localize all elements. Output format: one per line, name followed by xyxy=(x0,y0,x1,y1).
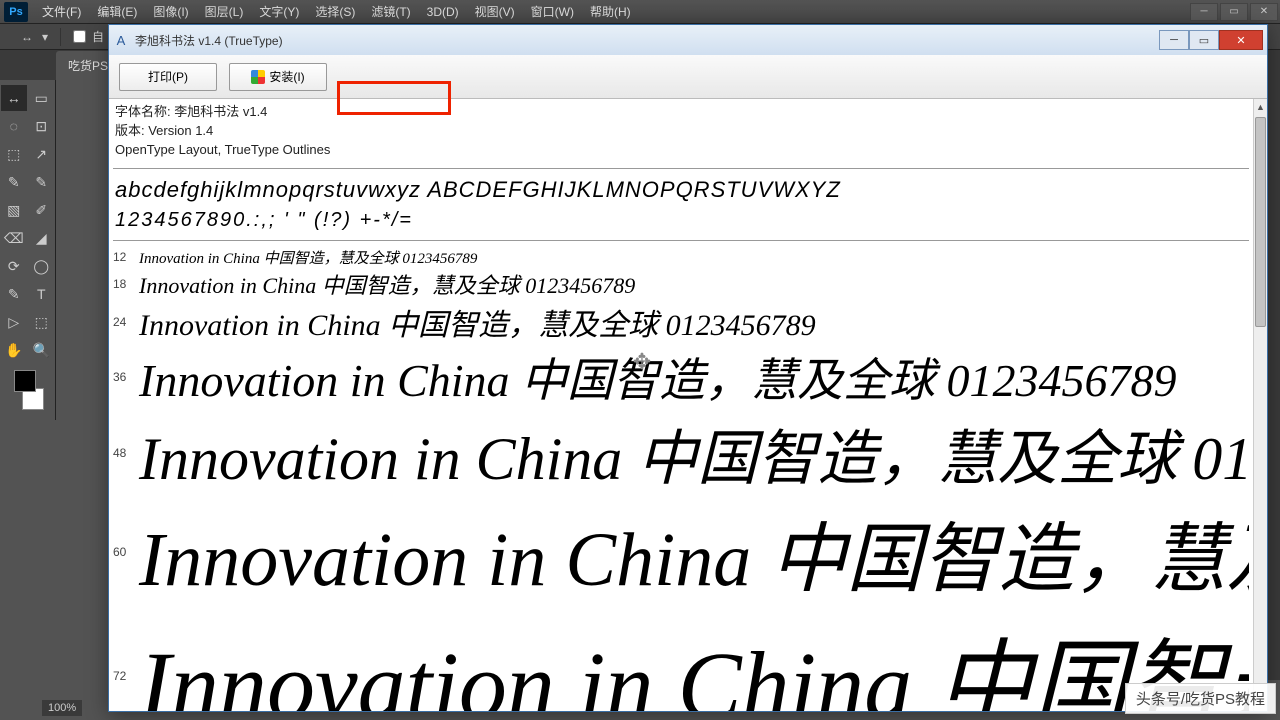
ps-minimize-icon[interactable]: ─ xyxy=(1190,3,1218,21)
menu-layer[interactable]: 图层(L) xyxy=(197,3,252,20)
menu-3d[interactable]: 3D(D) xyxy=(419,5,467,19)
menu-type[interactable]: 文字(Y) xyxy=(251,3,307,20)
tool-pen[interactable]: ✎ xyxy=(1,281,27,307)
auto-select-checkbox[interactable] xyxy=(73,30,86,43)
tool-zoom[interactable]: 🔍 xyxy=(29,337,55,363)
sample-size-label: 18 xyxy=(113,277,139,291)
sample-text: Innovation in China 中国智造，慧及全球 0123456789 xyxy=(139,268,635,300)
sample-row-60: 60Innovation in China 中国智造，慧及全球 01234567… xyxy=(113,497,1249,607)
fv-maximize-icon[interactable]: ▭ xyxy=(1189,30,1219,50)
tool-blur[interactable]: ⟳ xyxy=(1,253,27,279)
fv-body: 字体名称: 李旭科书法 v1.4 版本: Version 1.4 OpenTyp… xyxy=(109,99,1253,711)
fv-glyph-preview: abcdefghijklmnopqrstuvwxyz ABCDEFGHIJKLM… xyxy=(113,169,1249,241)
tool-move[interactable]: ↔ xyxy=(1,85,27,111)
sample-text: Innovation in China 中国智造，慧及全球 0123456789 xyxy=(139,497,1249,607)
move-tool-icon: ↔ xyxy=(18,28,36,46)
glyph-symbols: 1234567890.:,; ' " (!?) +-*/= xyxy=(115,209,1247,232)
ps-zoom-level[interactable]: 100% xyxy=(42,700,82,716)
menu-image[interactable]: 图像(I) xyxy=(145,3,196,20)
uac-shield-icon xyxy=(251,70,265,84)
menu-file[interactable]: 文件(F) xyxy=(34,3,89,20)
tool-eraser[interactable]: ⌫ xyxy=(1,225,27,251)
watermark: 头条号/吃货PS教程 xyxy=(1125,683,1276,714)
tool-crop[interactable]: ⬚ xyxy=(1,141,27,167)
sample-row-12: 12Innovation in China 中国智造，慧及全球 01234567… xyxy=(113,247,1249,268)
print-button[interactable]: 打印(P) xyxy=(119,63,217,91)
fv-toolbar: 打印(P) 安装(I) xyxy=(109,55,1267,99)
ps-logo-icon: Ps xyxy=(4,2,28,22)
glyph-alpha: abcdefghijklmnopqrstuvwxyz ABCDEFGHIJKLM… xyxy=(115,177,1247,203)
tool-quick-select[interactable]: ⊡ xyxy=(29,113,55,139)
menu-help[interactable]: 帮助(H) xyxy=(582,3,639,20)
tool-marquee[interactable]: ▭ xyxy=(29,85,55,111)
ps-close-icon[interactable]: ✕ xyxy=(1250,3,1278,21)
sample-size-label: 48 xyxy=(113,446,139,460)
font-format-label: OpenType Layout, TrueType Outlines xyxy=(115,141,1247,160)
sample-row-72: 72Innovation in China 中国智造，慧及全球 01234567… xyxy=(113,607,1249,711)
tool-healing[interactable]: ✎ xyxy=(1,169,27,195)
tool-rectangle[interactable]: ⬚ xyxy=(29,309,55,335)
fv-meta: 字体名称: 李旭科书法 v1.4 版本: Version 1.4 OpenTyp… xyxy=(113,99,1249,169)
ps-toolbox: ↔▭ ◌⊡ ⬚↗ ✎✎ ▧✐ ⌫◢ ⟳◯ ✎T ▷⬚ ✋🔍 xyxy=(0,80,56,420)
menu-filter[interactable]: 滤镜(T) xyxy=(363,3,418,20)
fv-samples: 12Innovation in China 中国智造，慧及全球 01234567… xyxy=(113,241,1249,711)
sample-row-18: 18Innovation in China 中国智造，慧及全球 01234567… xyxy=(113,268,1249,300)
tool-eyedropper[interactable]: ↗ xyxy=(29,141,55,167)
sample-size-label: 36 xyxy=(113,370,139,384)
sample-row-48: 48Innovation in China 中国智造，慧及全球 01234567… xyxy=(113,410,1249,497)
sample-size-label: 72 xyxy=(113,669,139,683)
tool-gradient[interactable]: ◢ xyxy=(29,225,55,251)
ps-menubar: Ps 文件(F) 编辑(E) 图像(I) 图层(L) 文字(Y) 选择(S) 滤… xyxy=(0,0,1280,24)
scroll-thumb[interactable] xyxy=(1255,117,1266,327)
swatch-fg-bg[interactable] xyxy=(8,370,48,410)
font-version-label: 版本: Version 1.4 xyxy=(115,122,1247,141)
tool-type[interactable]: T xyxy=(29,281,55,307)
sample-text: Innovation in China 中国智造，慧及全球 0123456789 xyxy=(139,300,816,344)
menu-edit[interactable]: 编辑(E) xyxy=(89,3,145,20)
font-name-label: 字体名称: 李旭科书法 v1.4 xyxy=(115,103,1247,122)
fv-scrollbar[interactable]: ▲ ▼ xyxy=(1253,99,1267,711)
tool-history-brush[interactable]: ✐ xyxy=(29,197,55,223)
sample-text: Innovation in China 中国智造，慧及全球 0123456789 xyxy=(139,344,1177,410)
tool-dodge[interactable]: ◯ xyxy=(29,253,55,279)
tool-hand[interactable]: ✋ xyxy=(1,337,27,363)
tool-stamp[interactable]: ▧ xyxy=(1,197,27,223)
sample-text: Innovation in China 中国智造，慧及全球 0123456789 xyxy=(139,410,1249,497)
tool-brush[interactable]: ✎ xyxy=(29,169,55,195)
tool-path-select[interactable]: ▷ xyxy=(1,309,27,335)
install-button[interactable]: 安装(I) xyxy=(229,63,327,91)
menu-select[interactable]: 选择(S) xyxy=(307,3,363,20)
scroll-up-icon[interactable]: ▲ xyxy=(1254,99,1267,115)
sample-size-label: 12 xyxy=(113,250,139,264)
menu-view[interactable]: 视图(V) xyxy=(467,3,523,20)
fv-titlebar[interactable]: A 李旭科书法 v1.4 (TrueType) ─ ▭ ✕ xyxy=(109,25,1267,55)
sample-row-36: 36Innovation in China 中国智造，慧及全球 01234567… xyxy=(113,344,1249,410)
sample-text: Innovation in China 中国智造，慧及全球 0123456789 xyxy=(139,247,477,268)
fv-close-icon[interactable]: ✕ xyxy=(1219,30,1263,50)
fv-minimize-icon[interactable]: ─ xyxy=(1159,30,1189,50)
ps-maximize-icon[interactable]: ▭ xyxy=(1220,3,1248,21)
sample-size-label: 24 xyxy=(113,315,139,329)
auto-select-label: 自 xyxy=(92,28,104,45)
sample-text: Innovation in China 中国智造，慧及全球 0123456789 xyxy=(139,607,1249,711)
font-app-icon: A xyxy=(113,32,129,48)
fv-title-text: 李旭科书法 v1.4 (TrueType) xyxy=(135,32,283,49)
tool-lasso[interactable]: ◌ xyxy=(1,113,27,139)
sample-size-label: 60 xyxy=(113,545,139,559)
font-viewer-window: A 李旭科书法 v1.4 (TrueType) ─ ▭ ✕ 打印(P) 安装(I… xyxy=(108,24,1268,712)
menu-window[interactable]: 窗口(W) xyxy=(523,3,582,20)
sample-row-24: 24Innovation in China 中国智造，慧及全球 01234567… xyxy=(113,300,1249,344)
